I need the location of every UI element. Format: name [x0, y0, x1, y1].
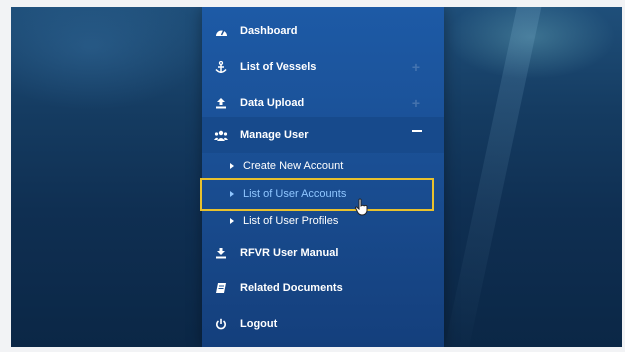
submenu-item-label: List of User Profiles	[243, 215, 339, 227]
submenu-item-label: Create New Account	[243, 160, 344, 172]
submenu-item-create-new-account[interactable]: Create New Account	[202, 155, 444, 177]
upload-icon	[214, 96, 228, 110]
collapse-icon[interactable]	[412, 130, 422, 132]
document-icon	[214, 281, 228, 295]
dashboard-icon	[214, 24, 228, 38]
caret-right-icon	[230, 218, 234, 224]
selection-highlight	[200, 178, 434, 211]
light-ray	[441, 7, 545, 347]
menu-item-related-documents[interactable]: Related Documents	[202, 270, 444, 306]
menu-item-list-of-vessels[interactable]: List of Vessels +	[202, 49, 444, 85]
sidebar-menu: Dashboard List of Vessels + Data Upload …	[202, 7, 444, 347]
screenshot-frame: Dashboard List of Vessels + Data Upload …	[11, 7, 622, 347]
hand-cursor-icon	[354, 198, 370, 221]
menu-item-dashboard[interactable]: Dashboard	[202, 13, 444, 49]
menu-item-manage-user[interactable]: Manage User	[202, 117, 444, 153]
menu-item-label: RFVR User Manual	[240, 247, 339, 259]
menu-item-label: Manage User	[240, 129, 309, 141]
menu-item-rfvr-user-manual[interactable]: RFVR User Manual	[202, 235, 444, 271]
menu-item-label: Dashboard	[240, 25, 298, 37]
power-icon	[214, 317, 228, 331]
download-icon	[214, 246, 228, 260]
menu-item-label: Data Upload	[240, 97, 305, 109]
anchor-icon	[214, 60, 228, 74]
menu-item-label: Logout	[240, 318, 278, 330]
submenu-item-list-of-user-profiles[interactable]: List of User Profiles	[202, 210, 444, 232]
caret-right-icon	[230, 163, 234, 169]
menu-item-label: Related Documents	[240, 282, 343, 294]
users-icon	[214, 128, 228, 142]
menu-item-data-upload[interactable]: Data Upload +	[202, 85, 444, 121]
menu-item-label: List of Vessels	[240, 61, 317, 73]
expand-icon[interactable]: +	[412, 59, 420, 75]
expand-icon[interactable]: +	[412, 95, 420, 111]
menu-item-logout[interactable]: Logout	[202, 306, 444, 342]
